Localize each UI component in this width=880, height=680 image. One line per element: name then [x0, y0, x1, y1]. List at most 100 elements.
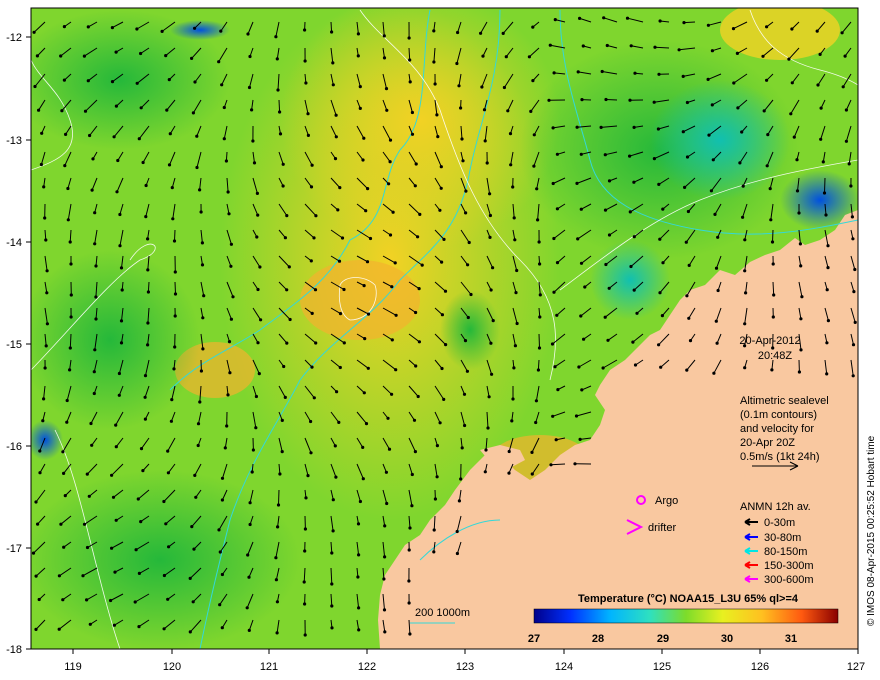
velocity-arrow-head [797, 211, 801, 215]
velocity-arrow-head [466, 263, 470, 267]
velocity-arrow-head [201, 347, 205, 351]
velocity-arrow-head [715, 341, 719, 345]
velocity-arrow-head [442, 397, 446, 401]
velocity-arrow-head [331, 83, 335, 87]
velocity-arrow-head [191, 111, 195, 115]
velocity-arrow-head [278, 110, 282, 114]
velocity-arrow-head [843, 54, 847, 58]
velocity-arrow-head [363, 337, 367, 341]
velocity-arrow-head [407, 579, 411, 583]
velocity-arrow-head [200, 263, 205, 267]
velocity-arrow-head [195, 165, 199, 170]
velocity-arrow-head [738, 161, 742, 165]
velocity-arrow-head [276, 88, 280, 92]
velocity-arrow-head [248, 501, 252, 505]
velocity-arrow [683, 21, 696, 24]
velocity-arrow-head [530, 450, 534, 454]
velocity-arrow-head [414, 310, 418, 315]
velocity-arrow-head [333, 444, 337, 448]
velocity-arrow-head [457, 84, 461, 88]
velocity-arrow-head [309, 185, 314, 189]
velocity-arrow-head [201, 316, 205, 320]
velocity-arrow-head [356, 575, 360, 579]
velocity-arrow-head [356, 54, 360, 58]
velocity-arrow-head [439, 165, 443, 169]
velocity-arrow-head [89, 421, 93, 426]
velocity-arrow-head [137, 625, 141, 629]
velocity-arrow-head [657, 182, 661, 186]
velocity-arrow-head [652, 157, 657, 161]
velocity-arrow-head [87, 494, 91, 498]
velocity-arrow-head [507, 471, 511, 475]
velocity-arrow-head [771, 262, 775, 266]
velocity-arrow-head [193, 80, 197, 84]
velocity-arrow-head [652, 100, 656, 104]
velocity-arrow-head [826, 244, 830, 248]
velocity-arrow-head [44, 344, 48, 348]
velocity-arrow-head [256, 341, 260, 345]
velocity-arrow-head [532, 164, 536, 168]
velocity-arrow-head [514, 291, 518, 295]
velocity-arrow-head [366, 366, 370, 370]
lon-tick-label: 125 [653, 661, 671, 673]
velocity-arrow-head [146, 290, 150, 294]
velocity-arrow-head [480, 85, 484, 89]
velocity-arrow-head [488, 213, 492, 218]
velocity-arrow-head [712, 371, 716, 375]
velocity-arrow-head [137, 137, 141, 141]
velocity-arrow-head [303, 633, 307, 637]
velocity-arrow-head [254, 394, 258, 399]
velocity-arrow-head [555, 152, 560, 156]
velocity-arrow-head [685, 100, 690, 105]
lon-tick-label: 124 [555, 661, 573, 673]
velocity-arrow-head [491, 319, 495, 323]
velocity-arrow-head [741, 184, 745, 188]
velocity-arrow-head [408, 80, 412, 84]
velocity-arrow-head [313, 288, 318, 292]
velocity-arrow-head [251, 448, 255, 452]
velocity-arrow-head [417, 287, 421, 291]
velocity-arrow-head [164, 522, 168, 526]
velocity-arrow-head [248, 522, 252, 527]
velocity-arrow-head [258, 265, 262, 269]
velocity-arrow-head [112, 623, 116, 627]
velocity-arrow-head [139, 106, 143, 110]
velocity-arrow [69, 333, 72, 349]
velocity-arrow-head [555, 207, 560, 211]
velocity-arrow-head [94, 264, 98, 268]
velocity-arrow-head [110, 473, 114, 477]
velocity-arrow-head [160, 29, 164, 33]
velocity-arrow-head [688, 339, 693, 343]
velocity-arrow-head [575, 181, 579, 185]
velocity-arrow-head [306, 112, 310, 116]
velocity-arrow-head [283, 395, 287, 399]
velocity-arrow-head [81, 574, 85, 578]
velocity-arrow-head [274, 556, 278, 560]
velocity-arrow-head [93, 242, 97, 246]
velocity-arrow-head [42, 185, 46, 189]
velocity-arrow-head [356, 32, 360, 36]
velocity-arrow-head [139, 51, 143, 56]
velocity-arrow-head [439, 186, 443, 190]
velocity-arrow-head [62, 78, 66, 82]
velocity-arrow-head [337, 259, 342, 263]
x-axis: 119 120 121 122 123 124 125 126 127 [64, 649, 865, 673]
velocity-arrow [605, 99, 618, 101]
velocity-arrow-head [416, 235, 420, 239]
velocity-arrow-head [169, 419, 173, 423]
velocity-arrow-head [114, 423, 118, 427]
velocity-arrow-head [252, 161, 257, 165]
velocity-arrow-head [770, 240, 775, 244]
velocity-arrow-head [459, 106, 463, 110]
velocity-arrow-head [382, 56, 387, 60]
velocity-arrow-head [225, 424, 229, 428]
velocity-arrow-head [628, 98, 632, 102]
lat-tick-label: -16 [6, 441, 22, 453]
velocity-arrow-head [274, 578, 278, 582]
velocity-arrow-head [607, 179, 612, 183]
velocity-arrow-head [632, 180, 636, 184]
velocity-arrow-head [35, 54, 40, 58]
lon-tick-label: 127 [847, 661, 865, 673]
velocity-arrow-head [309, 451, 313, 455]
velocity-arrow-head [552, 290, 556, 294]
